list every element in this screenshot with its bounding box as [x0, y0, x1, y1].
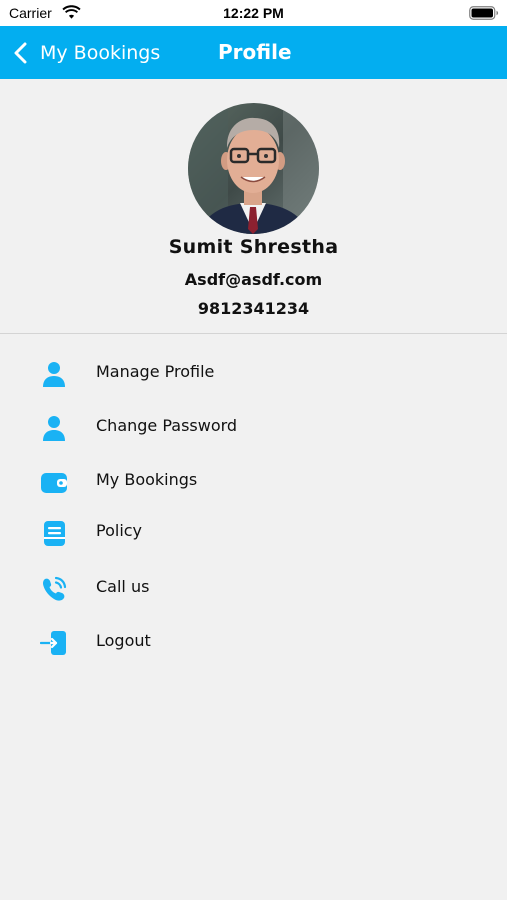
divider	[0, 333, 507, 334]
menu-item-label: Call us	[96, 577, 150, 596]
person-icon	[43, 416, 65, 441]
menu-item-logout[interactable]: Logout	[0, 620, 507, 664]
profile-email: Asdf@asdf.com	[184, 270, 323, 289]
menu-item-label: My Bookings	[96, 470, 198, 489]
menu-item-change-password[interactable]: Change Password	[0, 405, 507, 449]
back-button-label: My Bookings	[40, 41, 161, 64]
menu-item-label: Policy	[96, 521, 143, 540]
menu-item-call-us[interactable]: Call us	[0, 566, 507, 610]
phone-icon	[43, 576, 67, 601]
clock-label: 12:22 PM	[223, 5, 284, 21]
person-icon	[43, 362, 65, 387]
avatar	[188, 103, 319, 234]
avatar-photo	[188, 103, 319, 234]
page-title: Profile	[218, 40, 292, 64]
document-icon	[44, 521, 65, 546]
profile-phone: 9812341234	[197, 299, 310, 318]
navigation-bar: My Bookings Profile	[0, 26, 507, 79]
wallet-icon	[41, 473, 67, 493]
logout-icon	[40, 631, 66, 655]
menu-item-manage-profile[interactable]: Manage Profile	[0, 351, 507, 395]
menu-item-policy[interactable]: Policy	[0, 510, 507, 554]
profile-name: Sumit Shrestha	[168, 236, 339, 258]
menu-item-label: Manage Profile	[96, 362, 215, 381]
menu-item-label: Change Password	[96, 416, 238, 435]
menu-item-my-bookings[interactable]: My Bookings	[0, 459, 507, 503]
menu-item-label: Logout	[96, 631, 151, 650]
chevron-left-icon	[14, 42, 27, 63]
battery-icon	[469, 6, 499, 20]
back-button[interactable]: My Bookings	[12, 26, 160, 79]
status-bar: Carrier 12:22 PM	[0, 0, 507, 26]
